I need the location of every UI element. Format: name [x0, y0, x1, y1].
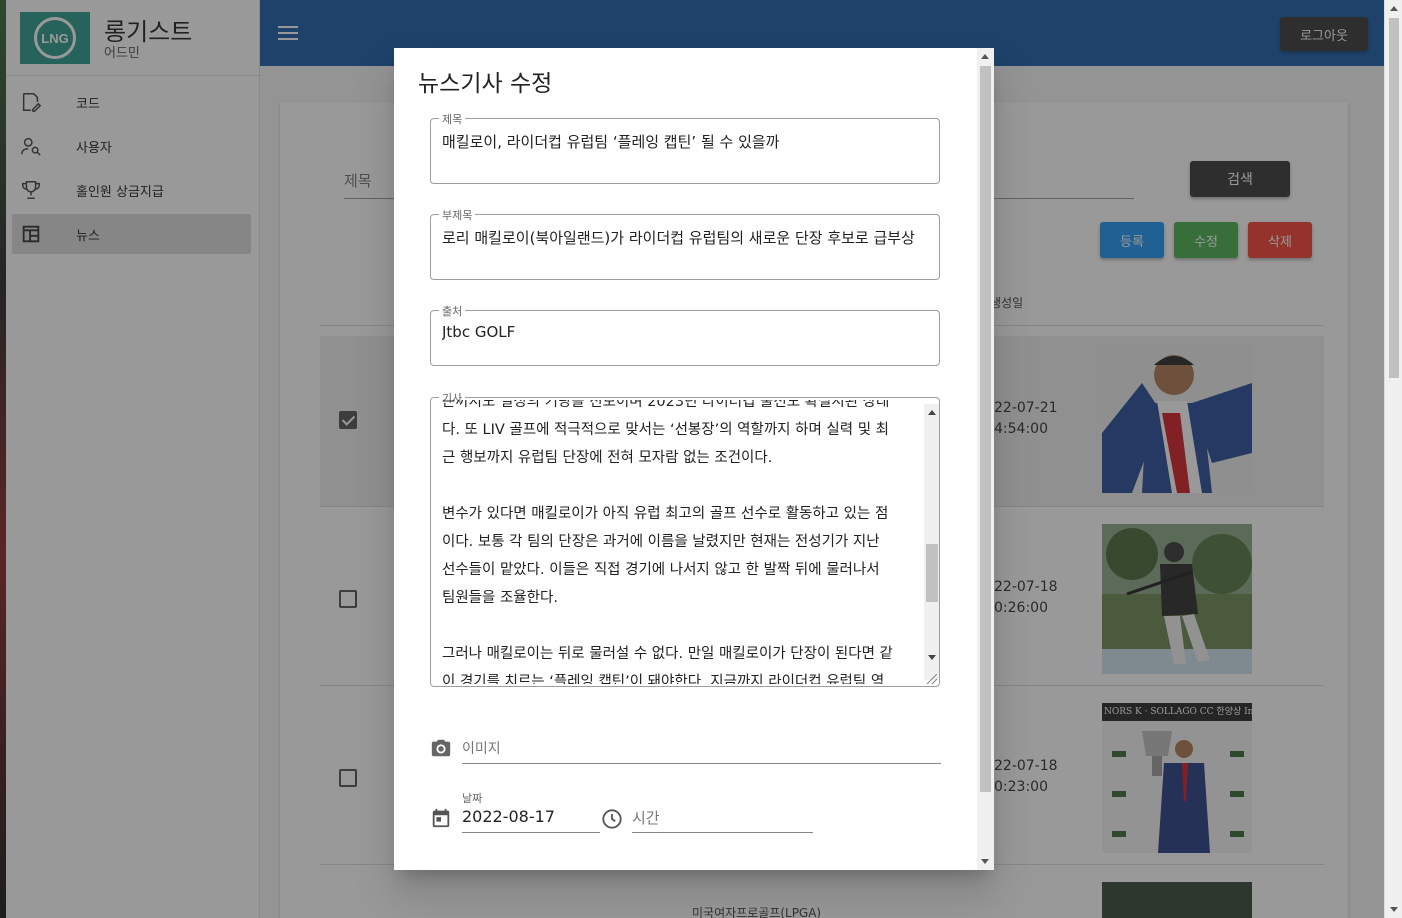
title-field[interactable]: 제목 매킬로이, 라이더컵 유럽팀 ‘플레잉 캡틴’ 될 수 있을까 — [430, 111, 940, 184]
article-scrollbar-thumb[interactable] — [926, 544, 938, 602]
source-field[interactable]: 출처 Jtbc GOLF — [430, 303, 940, 366]
date-input[interactable]: 2022-08-17 — [462, 805, 600, 833]
dialog-scrollbar-thumb[interactable] — [980, 66, 991, 792]
scroll-up-arrow-icon[interactable] — [928, 410, 936, 415]
article-textarea[interactable]: 는까지도 일정의 기량을 선보이며 2023년 라이더컵 출전도 확실시된 상태… — [442, 400, 921, 684]
title-field-label: 제목 — [439, 111, 466, 127]
dialog-scrollbar[interactable] — [977, 48, 994, 870]
title-field-value[interactable]: 매킬로이, 라이더컵 유럽팀 ‘플레잉 캡틴’ 될 수 있을까 — [442, 131, 929, 152]
resize-grip-icon[interactable] — [927, 674, 937, 684]
source-field-value[interactable]: Jtbc GOLF — [442, 323, 929, 341]
page-scrollbar-thumb[interactable] — [1389, 18, 1399, 378]
camera-icon[interactable] — [430, 737, 452, 759]
article-field[interactable]: 기사 는까지도 일정의 기량을 선보이며 2023년 라이더컵 출전도 확실시된… — [430, 390, 940, 687]
scroll-down-arrow-icon[interactable] — [981, 859, 989, 864]
date-value[interactable]: 2022-08-17 — [462, 807, 555, 826]
time-input-placeholder: 시간 — [632, 809, 660, 827]
scroll-down-arrow-icon[interactable] — [1390, 907, 1398, 912]
article-scrollbar[interactable] — [924, 404, 939, 680]
calendar-icon[interactable] — [430, 807, 452, 829]
clock-icon[interactable] — [601, 808, 623, 830]
scroll-up-arrow-icon[interactable] — [1390, 6, 1398, 11]
subtitle-field-label: 부제목 — [439, 207, 476, 223]
time-input[interactable]: 시간 — [632, 805, 813, 833]
image-file-input[interactable]: 이미지 — [462, 736, 941, 764]
edit-news-dialog: 뉴스기사 수정 제목 매킬로이, 라이더컵 유럽팀 ‘플레잉 캡틴’ 될 수 있… — [394, 48, 994, 870]
source-field-label: 출처 — [439, 303, 466, 319]
scroll-down-arrow-icon[interactable] — [928, 655, 936, 660]
scroll-up-arrow-icon[interactable] — [981, 54, 989, 59]
subtitle-field[interactable]: 부제목 로리 매킬로이(북아일랜드)가 라이더컵 유럽팀의 새로운 단장 후보로… — [430, 207, 940, 280]
date-field-label: 날짜 — [462, 792, 483, 805]
image-input-placeholder: 이미지 — [462, 741, 501, 757]
screen: LNG 롱기스트 어드민 코드 사용자 홀인원 상금지급 뉴스 로그아웃 제목 … — [0, 0, 1402, 918]
article-text[interactable]: 는까지도 일정의 기량을 선보이며 2023년 라이더컵 출전도 확실시된 상태… — [442, 400, 921, 684]
subtitle-field-value[interactable]: 로리 매킬로이(북아일랜드)가 라이더컵 유럽팀의 새로운 단장 후보로 급부상 — [442, 227, 929, 248]
dialog-title: 뉴스기사 수정 — [418, 71, 553, 97]
page-scrollbar[interactable] — [1384, 0, 1402, 918]
